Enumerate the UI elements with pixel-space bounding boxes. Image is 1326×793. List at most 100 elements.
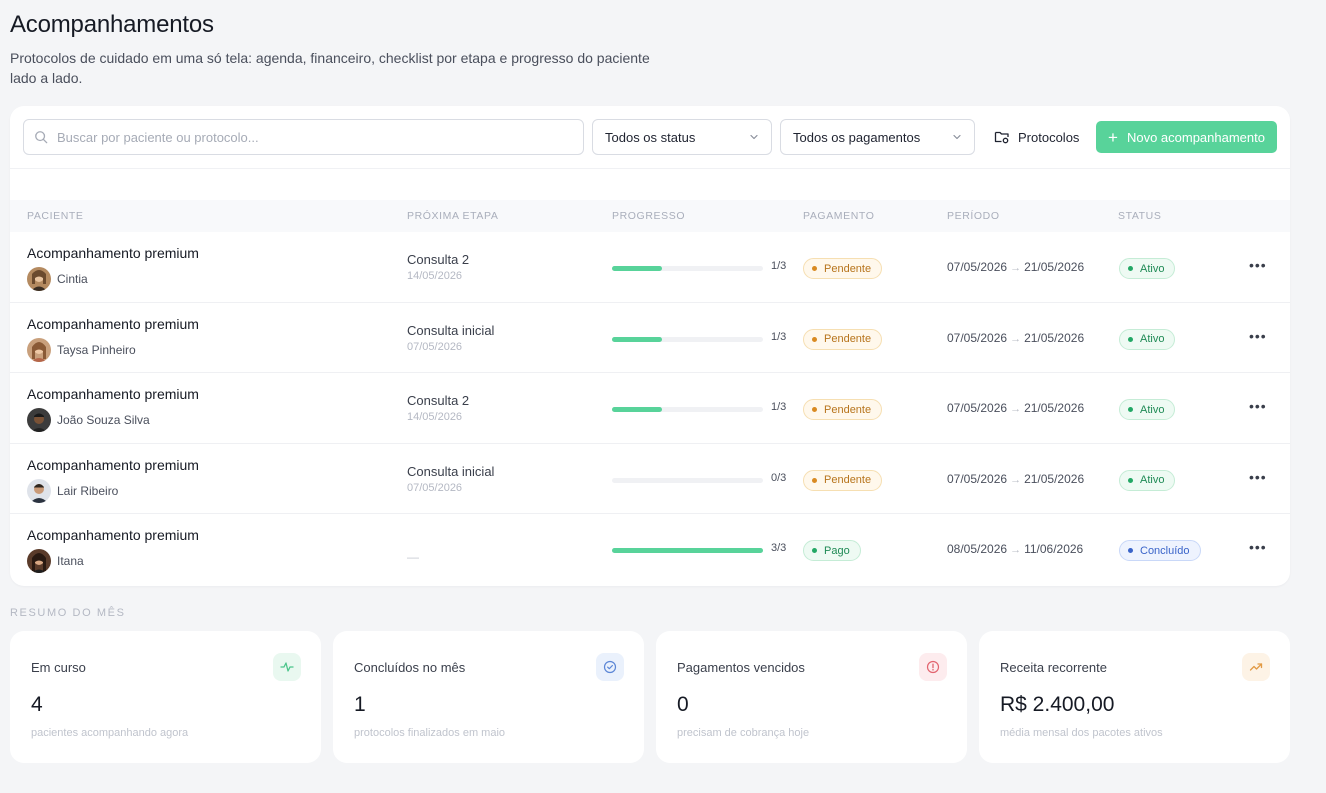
status-dot bbox=[812, 266, 817, 271]
more-options-icon[interactable]: ••• bbox=[1249, 328, 1267, 344]
next-step: Consulta 2 bbox=[407, 393, 470, 408]
arrow-right-icon: → bbox=[1010, 262, 1022, 274]
next-step-date: 07/05/2026 bbox=[407, 481, 463, 494]
next-step: Consulta inicial bbox=[407, 322, 495, 338]
arrow-right-icon: → bbox=[1010, 473, 1022, 486]
page-subtitle: Protocolos de cuidado em uma só tela: ag… bbox=[10, 50, 650, 86]
header-periodo: PERÍODO bbox=[947, 210, 1000, 222]
period-start: 07/05/2026 bbox=[947, 401, 1008, 415]
payment-filter[interactable]: Todos os pagamentos bbox=[780, 119, 975, 155]
status-label: Concluído bbox=[1140, 544, 1190, 557]
status-badge: Ativo bbox=[1119, 399, 1176, 420]
status-label: Ativo bbox=[1140, 474, 1165, 486]
payment-label: Pago bbox=[824, 544, 850, 557]
status-badge: Concluído bbox=[1119, 540, 1201, 561]
status-label: Ativo bbox=[1140, 333, 1165, 345]
plus-icon: + bbox=[1108, 127, 1118, 147]
payment-filter-label: Todos os pagamentos bbox=[793, 129, 921, 145]
progress-count: 0/3 bbox=[771, 471, 787, 484]
status-badge: Ativo bbox=[1119, 328, 1176, 350]
payment-badge: Pendente bbox=[803, 328, 883, 350]
kpi-card-completed: Concluídos no mês 1 protocolos finalizad… bbox=[333, 631, 644, 763]
next-step-empty: — bbox=[407, 550, 419, 564]
progress-bar bbox=[612, 266, 763, 271]
kpi-title: Pagamentos vencidos bbox=[677, 660, 805, 675]
patient[interactable]: Lair Ribeiro bbox=[27, 478, 118, 503]
progress-bar bbox=[612, 477, 763, 483]
protocol-name: Acompanhamento premium bbox=[27, 527, 199, 543]
payment-label: Pendente bbox=[824, 333, 872, 345]
period-start: 07/05/2026 bbox=[947, 471, 1008, 486]
status-dot bbox=[1128, 336, 1133, 342]
progress-bar bbox=[612, 336, 763, 342]
divider bbox=[10, 168, 1290, 169]
patient-name: Taysa Pinheiro bbox=[57, 342, 136, 357]
progress-fill bbox=[612, 266, 663, 271]
more-options-icon[interactable]: ••• bbox=[1249, 257, 1267, 273]
progress-fill bbox=[612, 548, 763, 553]
header-proxima-etapa: PRÓXIMA ETAPA bbox=[407, 210, 499, 222]
kpi-subtitle: protocolos finalizados em maio bbox=[354, 727, 506, 739]
period-start: 07/05/2026 bbox=[947, 260, 1008, 274]
kpi-title: Receita recorrente bbox=[1000, 660, 1107, 675]
next-step-date: 07/05/2026 bbox=[407, 340, 463, 353]
search-input[interactable] bbox=[57, 129, 557, 145]
kpi-value: 4 bbox=[31, 693, 43, 716]
kpi-subtitle: pacientes acompanhando agora bbox=[31, 727, 189, 739]
protocols-button[interactable]: Protocolos bbox=[994, 125, 1079, 149]
arrow-right-icon: → bbox=[1010, 403, 1022, 415]
status-filter-label: Todos os status bbox=[605, 129, 696, 145]
protocol-name: Acompanhamento premium bbox=[27, 245, 199, 261]
status-badge: Ativo bbox=[1119, 258, 1176, 279]
period: 07/05/2026 → 21/05/2026 bbox=[947, 472, 1084, 486]
more-options-icon[interactable]: ••• bbox=[1249, 398, 1267, 414]
header-progresso: PROGRESSO bbox=[612, 210, 686, 222]
kpi-value: 0 bbox=[677, 693, 689, 716]
period: 07/05/2026 → 21/05/2026 bbox=[947, 401, 1084, 415]
period-start: 07/05/2026 bbox=[947, 330, 1008, 345]
alert-circle-icon bbox=[919, 653, 947, 681]
more-options-icon[interactable]: ••• bbox=[1249, 539, 1267, 555]
progress-bar bbox=[612, 548, 763, 553]
patient[interactable]: Itana bbox=[27, 549, 84, 573]
kpi-title: Em curso bbox=[31, 660, 86, 675]
period-end: 21/05/2026 bbox=[1024, 330, 1085, 345]
table-row[interactable]: Acompanhamento premium Itana — 3/3 Pago … bbox=[10, 514, 1290, 585]
folder-settings-icon bbox=[994, 131, 1009, 144]
header-status: STATUS bbox=[1118, 210, 1162, 222]
status-dot bbox=[812, 477, 817, 483]
more-options-icon[interactable]: ••• bbox=[1249, 469, 1267, 485]
table-row[interactable]: Acompanhamento premium Lair Ribeiro Cons… bbox=[10, 444, 1290, 514]
patient[interactable]: Cintia bbox=[27, 267, 88, 291]
status-dot bbox=[1128, 407, 1133, 412]
status-label: Ativo bbox=[1140, 403, 1165, 416]
search-icon bbox=[35, 131, 48, 144]
kpi-card-revenue: Receita recorrente R$ 2.400,00 média men… bbox=[979, 631, 1290, 763]
progress-count: 3/3 bbox=[771, 542, 787, 554]
patient[interactable]: João Souza Silva bbox=[27, 408, 150, 432]
search-box[interactable] bbox=[23, 119, 584, 155]
progress-fill bbox=[612, 407, 663, 412]
table-row[interactable]: Acompanhamento premium João Souza Silva … bbox=[10, 373, 1290, 444]
avatar bbox=[27, 478, 51, 503]
period-start: 08/05/2026 bbox=[947, 542, 1008, 556]
new-followup-label: Novo acompanhamento bbox=[1126, 129, 1265, 145]
avatar bbox=[27, 549, 51, 573]
period-end: 21/05/2026 bbox=[1024, 471, 1085, 486]
kpi-subtitle: precisam de cobrança hoje bbox=[677, 727, 810, 739]
chevron-down-icon bbox=[750, 134, 758, 140]
new-followup-button[interactable]: + Novo acompanhamento bbox=[1096, 121, 1277, 153]
patient[interactable]: Taysa Pinheiro bbox=[27, 337, 136, 362]
next-step-date: 14/05/2026 bbox=[407, 270, 463, 282]
status-filter[interactable]: Todos os status bbox=[592, 119, 772, 155]
next-step-date: 14/05/2026 bbox=[407, 411, 463, 423]
page-header: Acompanhamentos Protocolos de cuidado em… bbox=[10, 10, 710, 88]
table-row[interactable]: Acompanhamento premium Taysa Pinheiro Co… bbox=[10, 303, 1290, 373]
header-paciente: PACIENTE bbox=[27, 210, 84, 222]
avatar bbox=[27, 337, 51, 362]
status-badge: Ativo bbox=[1119, 469, 1176, 491]
arrow-right-icon: → bbox=[1010, 544, 1022, 556]
table-row[interactable]: Acompanhamento premium Cintia Consulta 2… bbox=[10, 232, 1290, 303]
kpi-card-overdue: Pagamentos vencidos 0 precisam de cobran… bbox=[656, 631, 967, 763]
avatar bbox=[27, 408, 51, 432]
